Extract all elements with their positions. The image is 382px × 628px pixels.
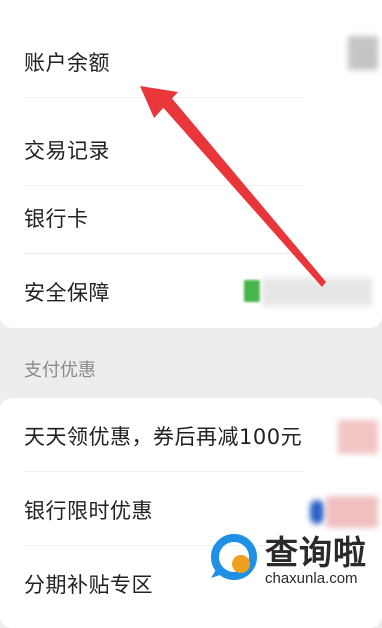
menu-item-transactions[interactable]: 交易记录 xyxy=(0,114,382,186)
menu-item-label: 安全保障 xyxy=(24,281,110,305)
redacted-bank-logo xyxy=(310,500,324,524)
menu-item-label: 账户余额 xyxy=(24,51,110,75)
redacted-security-status xyxy=(262,278,372,306)
menu-item-label: 银行卡 xyxy=(24,207,89,231)
section-title-promotions: 支付优惠 xyxy=(24,360,96,381)
watermark: 查询啦 chaxunla.com xyxy=(203,524,382,611)
promo-item-daily-coupon[interactable]: 天天领优惠，券后再减100元 xyxy=(0,400,382,472)
menu-item-bank-card[interactable]: 银行卡 xyxy=(0,182,382,254)
promo-item-label: 分期补贴专区 xyxy=(24,573,153,597)
promo-item-label: 天天领优惠，券后再减100元 xyxy=(24,425,303,449)
redacted-balance-value xyxy=(348,36,378,70)
watermark-name: 查询啦 xyxy=(265,533,367,572)
divider xyxy=(24,253,304,254)
magnifier-logo-icon xyxy=(211,534,257,580)
menu-item-label: 交易记录 xyxy=(24,139,110,163)
promo-item-label: 银行限时优惠 xyxy=(24,499,153,523)
menu-item-balance[interactable]: 账户余额 xyxy=(0,26,382,98)
redacted-promo-badge xyxy=(338,420,378,454)
security-shield-icon xyxy=(244,280,260,302)
divider xyxy=(24,471,304,472)
divider xyxy=(24,97,304,98)
watermark-url: chaxunla.com xyxy=(265,570,358,587)
